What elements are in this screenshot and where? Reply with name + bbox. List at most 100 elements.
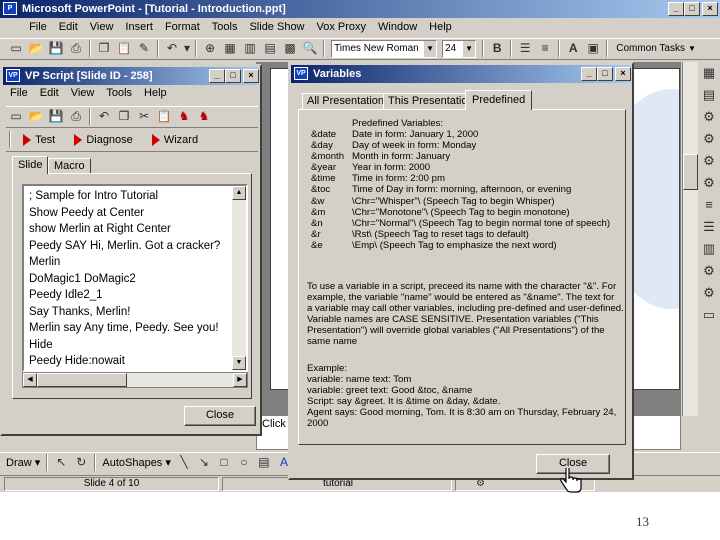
minimize-button[interactable]: _ [581,67,597,81]
vp-menu-view[interactable]: View [65,85,101,102]
table-icon[interactable]: ▦ [220,39,240,58]
scroll-left-button[interactable]: ◀ [23,373,37,387]
test-button[interactable]: Test [23,130,55,150]
align-center-icon[interactable]: ≡ [535,39,555,58]
save-icon[interactable]: 💾 [46,107,66,126]
pointer-icon[interactable]: ↖ [51,453,71,472]
align-left-icon[interactable]: ☰ [515,39,535,58]
print-icon[interactable]: ⎙ [66,39,86,58]
menu-slide-show[interactable]: Slide Show [243,19,310,36]
menu-file[interactable]: File [23,19,53,36]
chart-icon[interactable]: ▥ [698,238,720,260]
open-icon[interactable]: 📂 [26,107,46,126]
close-button[interactable]: × [243,69,259,83]
new-icon[interactable]: ▭ [6,39,26,58]
table-icon[interactable]: ▤ [698,84,720,106]
open-icon[interactable]: 📂 [26,39,46,58]
right-scrollbar[interactable] [682,62,698,416]
zoom-icon[interactable]: 🔍 [300,39,320,58]
script-editor[interactable]: ; Sample for Intro Tutorial Show Peedy at… [22,184,248,372]
chart-icon[interactable]: ▥ [240,39,260,58]
undo-icon[interactable]: ↶ [162,39,182,58]
undo-icon[interactable]: ↶ [94,107,114,126]
textbox-icon[interactable]: ▤ [254,453,274,472]
scroll-thumb[interactable] [683,154,698,190]
new-slide-icon[interactable]: ▤ [260,39,280,58]
vp-menu-edit[interactable]: Edit [34,85,65,102]
common-tasks-button[interactable]: Common Tasks [614,39,685,58]
oval-icon[interactable]: ○ [234,453,254,472]
agent-icon[interactable]: ♞ [194,107,214,126]
gear-icon[interactable]: ⚙ [698,172,720,194]
maximize-button[interactable]: □ [597,67,613,81]
line-icon[interactable]: ╲ [174,453,194,472]
align-center-icon[interactable]: ≡ [698,194,720,216]
font-name-select[interactable]: Times New Roman ▼ [331,40,438,58]
chevron-down-icon[interactable]: ▾ [182,39,192,58]
close-button[interactable]: × [615,67,631,81]
maximize-button[interactable]: □ [684,2,700,16]
status-slide: Slide 4 of 10 [4,477,219,491]
menu-edit[interactable]: Edit [53,19,84,36]
increase-font-icon[interactable]: A [563,39,583,58]
scroll-down-button[interactable]: ▼ [232,356,246,370]
script-hscrollbar[interactable]: ◀ ▶ [22,372,248,388]
menu-help[interactable]: Help [423,19,458,36]
rotate-icon[interactable]: ↻ [71,453,91,472]
draw-menu[interactable]: Draw ▾ [6,453,40,473]
minimize-button[interactable]: _ [209,69,225,83]
gear-icon[interactable]: ⚙ [698,150,720,172]
paste-icon[interactable]: 📋 [154,107,174,126]
menu-view[interactable]: View [84,19,120,36]
close-button[interactable]: × [702,2,718,16]
new-icon[interactable]: ▭ [698,304,720,326]
vp-menu-help[interactable]: Help [138,85,173,102]
scroll-up-button[interactable]: ▲ [232,186,246,200]
grid-icon[interactable]: ▩ [280,39,300,58]
tab-predefined[interactable]: Predefined [465,90,533,110]
vp-menu-file[interactable]: File [4,85,34,102]
menu-insert[interactable]: Insert [119,19,159,36]
save-icon[interactable]: 💾 [46,39,66,58]
font-size-select[interactable]: 24 ▼ [442,40,477,58]
cut-icon[interactable]: ✂ [134,107,154,126]
tab-all-presentations[interactable]: All Presentations [302,93,395,109]
maximize-button[interactable]: □ [225,69,241,83]
gear-icon[interactable]: ⚙ [698,128,720,150]
arrow-icon[interactable]: ↘ [194,453,214,472]
variable-description: \Chr="Normal"\ (Speech Tag to begin norm… [352,217,611,229]
scroll-thumb[interactable] [37,373,127,387]
menu-vox-proxy[interactable]: Vox Proxy [311,19,373,36]
gear-icon[interactable]: ⚙ [698,260,720,282]
chevron-down-icon[interactable]: ▼ [685,39,696,58]
tab-slide[interactable]: Slide [12,156,49,174]
paste-icon[interactable]: 📋 [114,39,134,58]
rectangle-icon[interactable]: □ [214,453,234,472]
grid-icon[interactable]: ▦ [698,62,720,84]
format-painter-icon[interactable]: ✎ [134,39,154,58]
menu-format[interactable]: Format [159,19,206,36]
autoshapes-menu[interactable]: AutoShapes ▾ [102,453,171,473]
diagnose-button[interactable]: Diagnose [74,130,133,150]
menu-window[interactable]: Window [372,19,423,36]
gear-icon[interactable]: ⚙ [698,106,720,128]
wizard-button[interactable]: Wizard [151,130,198,150]
vp-close-button[interactable]: Close [184,406,256,426]
tab-macro[interactable]: Macro [48,158,91,174]
list-icon[interactable]: ☰ [698,216,720,238]
bold-icon[interactable]: B [487,39,507,58]
new-icon[interactable]: ▭ [6,107,26,126]
agent-icon[interactable]: ♞ [174,107,194,126]
slide-design-icon[interactable]: ▣ [583,39,603,58]
variable-row: &r \Rst\ (Speech Tag to reset tags to def… [311,229,623,240]
gear-icon[interactable]: ⚙ [698,282,720,304]
vp-menu-tools[interactable]: Tools [100,85,138,102]
hyperlink-icon[interactable]: ⊕ [200,39,220,58]
scroll-right-button[interactable]: ▶ [233,373,247,387]
copy-icon[interactable]: ❐ [94,39,114,58]
copy-icon[interactable]: ❐ [114,107,134,126]
print-icon[interactable]: ⎙ [66,107,86,126]
minimize-button[interactable]: _ [668,2,684,16]
menu-tools[interactable]: Tools [206,19,244,36]
script-scrollbar[interactable]: ▲ ▼ [232,186,246,370]
